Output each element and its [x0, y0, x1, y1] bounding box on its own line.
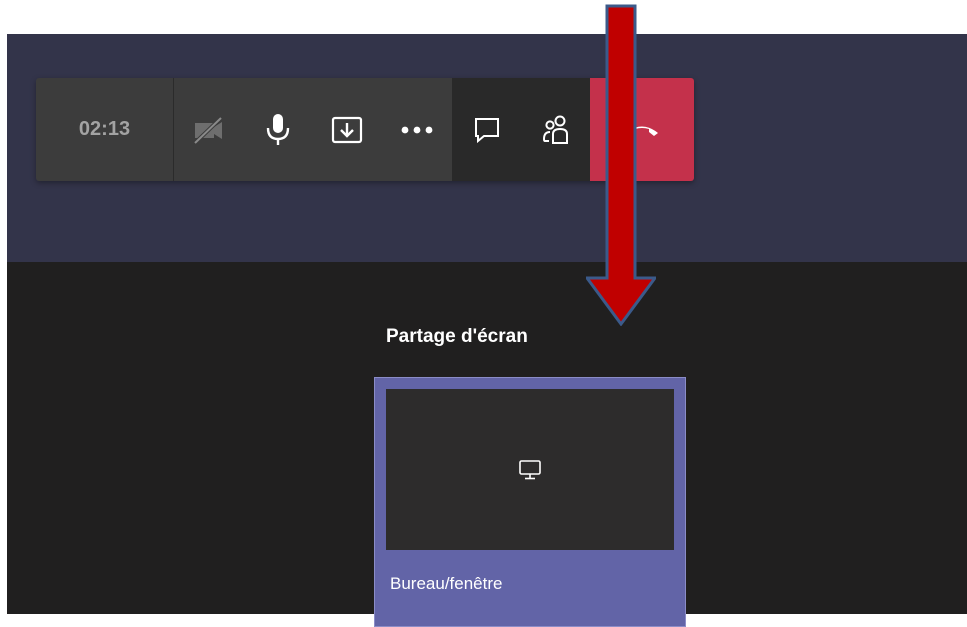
- share-tray-heading: Partage d'écran: [386, 326, 528, 347]
- call-timer: 02:13: [36, 78, 174, 181]
- main-controls: [174, 78, 452, 181]
- camera-toggle-button[interactable]: [174, 78, 243, 181]
- microphone-icon: [266, 113, 289, 145]
- more-options-icon: [401, 126, 432, 133]
- annotation-arrow: [586, 4, 656, 326]
- participants-button[interactable]: [521, 78, 590, 181]
- participants-icon: [542, 115, 568, 144]
- secondary-controls: [452, 78, 694, 181]
- share-desktop-window-tile[interactable]: Bureau/fenêtre: [374, 377, 686, 627]
- camera-off-icon: [193, 116, 222, 144]
- teams-meeting-window: 02:13 Partage d'écran Bureau/fenêtre: [7, 34, 967, 627]
- more-options-button[interactable]: [381, 78, 452, 181]
- share-tray-button[interactable]: [312, 78, 381, 181]
- meeting-header-area: 02:13: [7, 34, 967, 262]
- microphone-button[interactable]: [243, 78, 312, 181]
- monitor-icon: [519, 459, 541, 479]
- share-tile-label: Bureau/fenêtre: [390, 574, 503, 593]
- chat-icon: [474, 117, 499, 143]
- share-tray-icon: [331, 116, 362, 143]
- chat-button[interactable]: [452, 78, 521, 181]
- share-tile-preview: [386, 389, 674, 550]
- share-tray-panel: Partage d'écran Bureau/fenêtre: [7, 262, 967, 627]
